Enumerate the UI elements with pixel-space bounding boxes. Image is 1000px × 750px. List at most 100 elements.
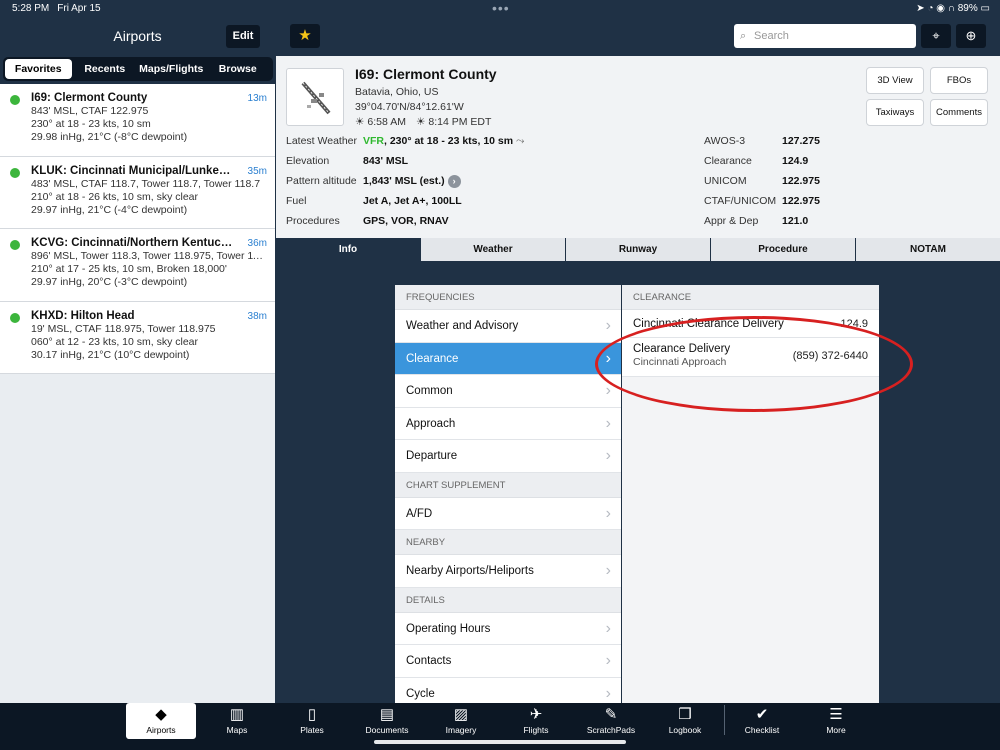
elevation-row: Elevation 843' MSL: [286, 155, 409, 167]
airport-info-right: AWOS-3 127.275 Clearance 124.9 UNICOM 12…: [704, 135, 854, 235]
airports-sidebar: 5:28 PM Fri Apr 15 Airports Edit Favorite…: [0, 0, 275, 703]
fbos-button[interactable]: FBOs: [930, 67, 988, 94]
status-indicators: ➤ ◔ ◉ ∩ 89% ▭: [916, 3, 990, 14]
row-weather-advisory[interactable]: Weather and Advisory ›: [395, 310, 621, 343]
airport-eta: 36m: [247, 238, 267, 249]
weather-row[interactable]: Latest Weather VFR, 230° at 18 - 23 kts,…: [286, 135, 706, 155]
airplane-icon: ✈: [529, 706, 543, 723]
checkmark-icon: ✔: [755, 706, 769, 723]
row-common[interactable]: Common ›: [395, 375, 621, 408]
documents-icon: ▤: [379, 706, 395, 723]
home-indicator[interactable]: [374, 740, 626, 744]
freq-row-clearance[interactable]: Clearance 124.9: [704, 155, 854, 175]
status-clock: 5:28 PM Fri Apr 15: [12, 3, 101, 14]
chevron-right-icon: ›: [605, 504, 611, 522]
sunrise-icon: ☀: [355, 116, 365, 128]
tab-procedure[interactable]: Procedure: [711, 238, 855, 261]
airport-summary: 896' MSL, Tower 118.3, Tower 118.975, To…: [31, 250, 267, 262]
segment-browse[interactable]: Browse: [205, 59, 272, 79]
section-header-frequencies: FREQUENCIES: [395, 285, 621, 310]
multitasking-dots-icon[interactable]: •••: [492, 0, 510, 16]
chevron-right-icon: ›: [447, 175, 461, 188]
vfr-status-dot: [10, 95, 20, 105]
segment-maps-flights[interactable]: Maps/Flights: [138, 59, 205, 79]
taxiways-button[interactable]: Taxiways: [866, 99, 924, 126]
bottom-tab-maps[interactable]: ▥ Maps: [202, 703, 272, 739]
pencil-icon: ✎: [604, 706, 618, 723]
map-pin-icon: ⌖: [932, 28, 940, 43]
row-cycle[interactable]: Cycle ›: [395, 678, 621, 704]
airport-altimeter: 29.98 inHg, 21°C (-8°C dewpoint): [31, 131, 188, 143]
plates-icon: ▯: [307, 706, 317, 723]
bottom-tab-imagery[interactable]: ▨ Imagery: [426, 703, 496, 739]
airport-summary: 843' MSL, CTAF 122.975: [31, 105, 149, 117]
airport-city: Batavia, Ohio, US: [355, 86, 439, 98]
comments-button[interactable]: Comments: [930, 99, 988, 126]
tab-info[interactable]: Info: [276, 238, 420, 261]
airport-name: KCVG: Cincinnati/Northern Kentucky Intl: [31, 237, 236, 249]
chevron-right-icon: ›: [605, 317, 611, 334]
bottom-tab-more[interactable]: ☰ More: [801, 703, 871, 739]
segment-recents[interactable]: Recents: [72, 59, 139, 79]
airport-wind: 230° at 18 - 23 kts, 10 sm: [31, 118, 151, 130]
freq-row-ctaf[interactable]: CTAF/UNICOM 122.975: [704, 195, 854, 215]
edit-button[interactable]: Edit: [226, 25, 260, 48]
airport-icon: ◆: [155, 706, 167, 723]
bottom-tab-documents[interactable]: ▤ Documents: [352, 703, 422, 739]
chevron-right-icon: ›: [605, 414, 611, 432]
airport-tabs: Info Weather Runway Procedure NOTAM: [276, 238, 1000, 261]
vfr-status-dot: [10, 167, 20, 178]
tab-runway[interactable]: Runway: [566, 238, 710, 261]
row-operating-hours[interactable]: Operating Hours ›: [395, 613, 621, 645]
vfr-status-dot: [10, 240, 20, 250]
fuel-row: Fuel Jet A, Jet A+, 100LL: [286, 195, 462, 207]
airport-header: I69: Clermont County Batavia, Ohio, US 3…: [276, 56, 1000, 238]
list-item[interactable]: KLUK: Cincinnati Municipal/Lunken Field …: [0, 157, 275, 229]
favorite-star-button[interactable]: ★: [290, 24, 320, 48]
section-header-details: DETAILS: [395, 587, 621, 613]
section-header-clearance: CLEARANCE: [622, 285, 879, 310]
sun-times: ☀ 6:58 AM ☀ 8:14 PM EDT: [355, 116, 501, 128]
bottom-tab-scratchpads[interactable]: ✎ ScratchPads: [576, 703, 646, 739]
row-departure[interactable]: Departure ›: [395, 440, 621, 473]
list-item[interactable]: I69: Clermont County 13m 843' MSL, CTAF …: [0, 84, 275, 157]
pattern-altitude-row[interactable]: Pattern altitude 1,843' MSL (est.) ›: [286, 175, 706, 195]
runway-diagram-icon: [301, 81, 331, 115]
freq-row-unicom[interactable]: UNICOM 122.975: [704, 175, 854, 195]
airport-diagram-thumbnail[interactable]: [286, 68, 344, 126]
flight-rule-badge: VFR: [363, 135, 384, 147]
row-contacts[interactable]: Contacts ›: [395, 645, 621, 678]
bottom-tab-flights[interactable]: ✈ Flights: [501, 703, 571, 739]
freq-row-approach[interactable]: Appr & Dep 121.0: [704, 215, 854, 235]
imagery-icon: ▨: [453, 706, 469, 723]
segment-favorites[interactable]: Favorites: [5, 59, 72, 79]
chevron-right-icon: ›: [605, 562, 611, 579]
map-icon: ▥: [229, 706, 245, 723]
search-input[interactable]: ⌕ Search: [734, 24, 916, 48]
bottom-tab-plates[interactable]: ▯ Plates: [277, 703, 347, 739]
bottom-tab-logbook[interactable]: ❒ Logbook: [650, 703, 720, 739]
airport-wind: 060° at 12 - 23 kts, 10 sm, sky clear: [31, 335, 199, 348]
bottom-tab-checklist[interactable]: ✔ Checklist: [727, 703, 797, 739]
sunrise-time: 6:58 AM: [367, 116, 406, 128]
row-approach[interactable]: Approach ›: [395, 408, 621, 440]
3d-view-button[interactable]: 3D View: [866, 67, 924, 94]
row-nearby-airports[interactable]: Nearby Airports/Heliports ›: [395, 555, 621, 588]
crosshair-button[interactable]: ⊕: [956, 24, 986, 48]
row-afd[interactable]: A/FD ›: [395, 498, 621, 530]
search-icon: ⌕: [740, 30, 747, 42]
sidebar-header: 5:28 PM Fri Apr 15 Airports Edit Favorite…: [0, 0, 275, 84]
airport-wind: 210° at 17 - 25 kts, 10 sm, Broken 18,00…: [31, 263, 227, 275]
favorite-airports-list: I69: Clermont County 13m 843' MSL, CTAF …: [0, 84, 275, 374]
bottom-tab-airports[interactable]: ◆ Airports: [126, 703, 196, 739]
airport-name: KLUK: Cincinnati Municipal/Lunken Field: [31, 164, 236, 177]
list-item[interactable]: KHXD: Hilton Head 38m 19' MSL, CTAF 118.…: [0, 302, 275, 374]
row-clearance[interactable]: Clearance ›: [395, 342, 621, 375]
airport-title: I69: Clermont County: [355, 66, 497, 82]
list-item[interactable]: KCVG: Cincinnati/Northern Kentucky Intl …: [0, 229, 275, 302]
airport-coordinates: 39°04.70'N/84°12.61'W: [355, 101, 464, 113]
freq-row-awos[interactable]: AWOS-3 127.275: [704, 135, 854, 155]
tab-weather[interactable]: Weather: [421, 238, 565, 261]
tab-notam[interactable]: NOTAM: [856, 238, 1000, 261]
pin-location-button[interactable]: ⌖: [921, 24, 951, 48]
